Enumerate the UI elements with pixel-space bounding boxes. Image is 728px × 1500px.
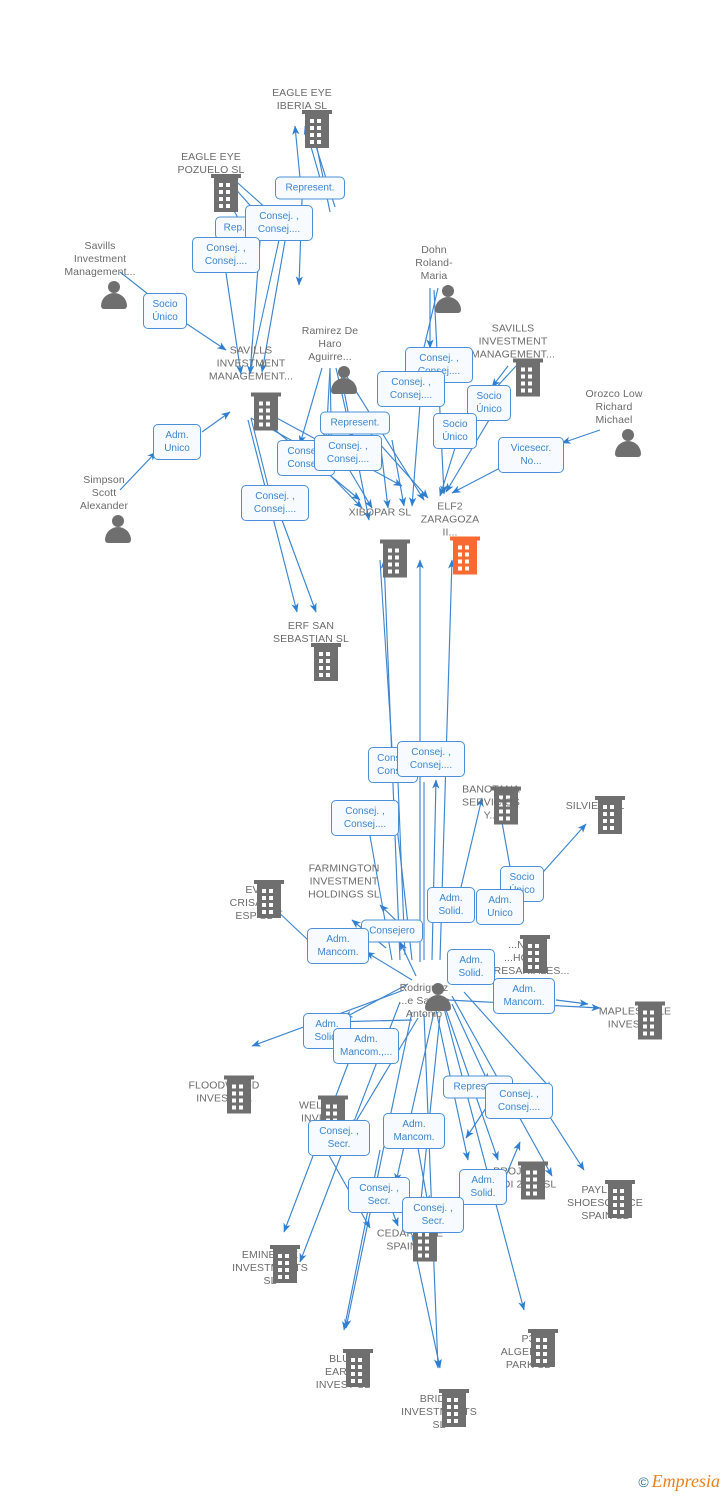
node-rodriguez-de-santos-antonio[interactable]: Rodriguez ...e Santos Antonio: [364, 982, 484, 1022]
node-evi-crisalis-esp[interactable]: EVI CRISALIS ESP SL: [194, 880, 314, 923]
relation-label-consejero-secretario-2[interactable]: Consej. , Secr.: [348, 1177, 410, 1213]
relation-label-adm-solidario[interactable]: Adm. Solid.: [427, 887, 475, 923]
node-dohn-roland-maria[interactable]: Dohn Roland- Maria: [374, 244, 494, 313]
relation-label-adm-unico-2[interactable]: Adm. Unico: [476, 889, 524, 925]
network-graph-canvas[interactable]: EAGLE EYE IBERIA SL EAGLE EYE POZUELO SL…: [0, 0, 728, 1500]
relation-label-consejero-consejero-4[interactable]: Consej. , Consej....: [377, 371, 445, 407]
node-label: Dohn Roland- Maria: [415, 244, 453, 282]
node-payless-shoesource-spain[interactable]: PAYLESS SHOESOURCE SPAIN SL: [545, 1180, 665, 1223]
node-label: Savills Investment Management...: [64, 240, 136, 278]
node-label: SAVILLS INVESTMENT MANAGEMENT...: [208, 344, 294, 383]
relation-label-socio-unico-3[interactable]: Socio Único: [433, 413, 477, 449]
relation-label-consejero-secretario-3[interactable]: Consej. , Secr.: [402, 1197, 464, 1233]
watermark: © Empresia: [638, 1471, 720, 1492]
relation-label-adm-mancomunado-3[interactable]: Adm. Mancom.,...: [333, 1028, 399, 1064]
relation-label-consejero-consejero-5[interactable]: Consej. , Consej....: [314, 435, 382, 471]
relation-label-represent[interactable]: Represent.: [275, 176, 345, 200]
node-label: P3 ALGEMESI PARK SL: [500, 1333, 556, 1371]
relation-label-consejero-consejero-6[interactable]: Consej. , Consej....: [241, 485, 309, 521]
node-label: SILVIEW SL: [565, 800, 625, 812]
node-simpson-scott-alexander[interactable]: Simpson Scott Alexander: [44, 474, 164, 543]
relation-label-consejero-consejero-7[interactable]: Consej. , Consej....: [397, 741, 465, 777]
node-xibopar[interactable]: [320, 539, 440, 578]
node-label: MAPLESVILLE INVEST SL: [598, 1005, 672, 1031]
node-eagle-eye-pozuelo[interactable]: EAGLE EYE POZUELO SL: [151, 150, 271, 212]
node-eagle-eye-iberia[interactable]: EAGLE EYE IBERIA SL: [242, 86, 362, 148]
relation-label-consejero[interactable]: Consejero: [361, 919, 423, 943]
relation-label-consejero-secretario[interactable]: Consej. , Secr.: [308, 1120, 370, 1156]
node-label: PAYLESS SHOESOURCE SPAIN SL: [567, 1184, 643, 1222]
relation-label-adm-solidario-2[interactable]: Adm. Solid.: [447, 949, 495, 985]
relation-label-adm-mancomunado-2[interactable]: Adm. Mancom.: [493, 978, 555, 1014]
relation-label-represent-2[interactable]: Represent.: [320, 411, 390, 435]
node-label: EVI CRISALIS ESP SL: [229, 884, 279, 922]
node-savills-investment-management-person[interactable]: Savills Investment Management...: [40, 240, 160, 309]
relation-label-adm-mancomunado-4[interactable]: Adm. Mancom.: [383, 1113, 445, 1149]
relation-label-consejero-consejero-8[interactable]: Consej. , Consej....: [331, 800, 399, 836]
relation-label-adm-mancomunado[interactable]: Adm. Mancom.: [307, 928, 369, 964]
node-savills-investment-management-left[interactable]: [191, 392, 311, 431]
node-label: BLUE EARTH INVEST SL: [315, 1353, 370, 1391]
node-silview[interactable]: SILVIEW SL: [535, 796, 655, 834]
relation-label-consejero-consejero[interactable]: Consej. , Consej....: [245, 205, 313, 241]
node-label: EMINENCE INVESTMENTS SL: [232, 1249, 308, 1287]
relation-label-consejero-consejero-9[interactable]: Consej. , Consej....: [485, 1083, 553, 1119]
node-maplesville-invest[interactable]: MAPLESVILLE INVEST SL: [575, 1001, 695, 1040]
relation-label-adm-solidario-4[interactable]: Adm. Solid.: [459, 1169, 507, 1205]
relation-label-vicesecretario[interactable]: Vicesecr. No...: [498, 437, 564, 473]
relation-label-consejero-consejero-2[interactable]: Consej. , Consej....: [192, 237, 260, 273]
edge-layer: [119, 125, 601, 1369]
relation-label-adm-unico[interactable]: Adm. Unico: [153, 424, 201, 460]
node-label: BANOTANA SERVICIOS Y...: [462, 783, 520, 822]
node-label: Orozco Low Richard Michael: [585, 388, 643, 426]
node-label: XIBOPAR SL: [348, 506, 412, 519]
copyright-icon: ©: [638, 1473, 649, 1490]
node-p3-algemesi-park[interactable]: P3 ALGEMESI PARK SL: [468, 1329, 588, 1372]
node-savills-investment-management-left-label: SAVILLS INVESTMENT MANAGEMENT...: [191, 345, 311, 384]
node-bridal-investments[interactable]: BRIDAL INVESTMENTS SL: [379, 1389, 499, 1432]
node-eminence-investments[interactable]: EMINENCE INVESTMENTS SL: [210, 1245, 330, 1288]
relation-label-socio-unico[interactable]: Socio Único: [143, 293, 187, 329]
node-orozco-low-richard-michael[interactable]: Orozco Low Richard Michael: [554, 388, 674, 457]
node-xibopar-label: XIBOPAR SL: [320, 507, 440, 520]
node-label: Rodriguez ...e Santos Antonio: [398, 982, 449, 1020]
node-erf-san-sebastian[interactable]: ERF SAN SEBASTIAN SL: [251, 619, 371, 681]
brand-name: Empresia: [651, 1471, 720, 1491]
node-label: Simpson Scott Alexander: [79, 474, 129, 512]
node-label: BRIDAL INVESTMENTS SL: [401, 1393, 477, 1431]
node-blue-earth-invest[interactable]: BLUE EARTH INVEST SL: [283, 1349, 403, 1392]
